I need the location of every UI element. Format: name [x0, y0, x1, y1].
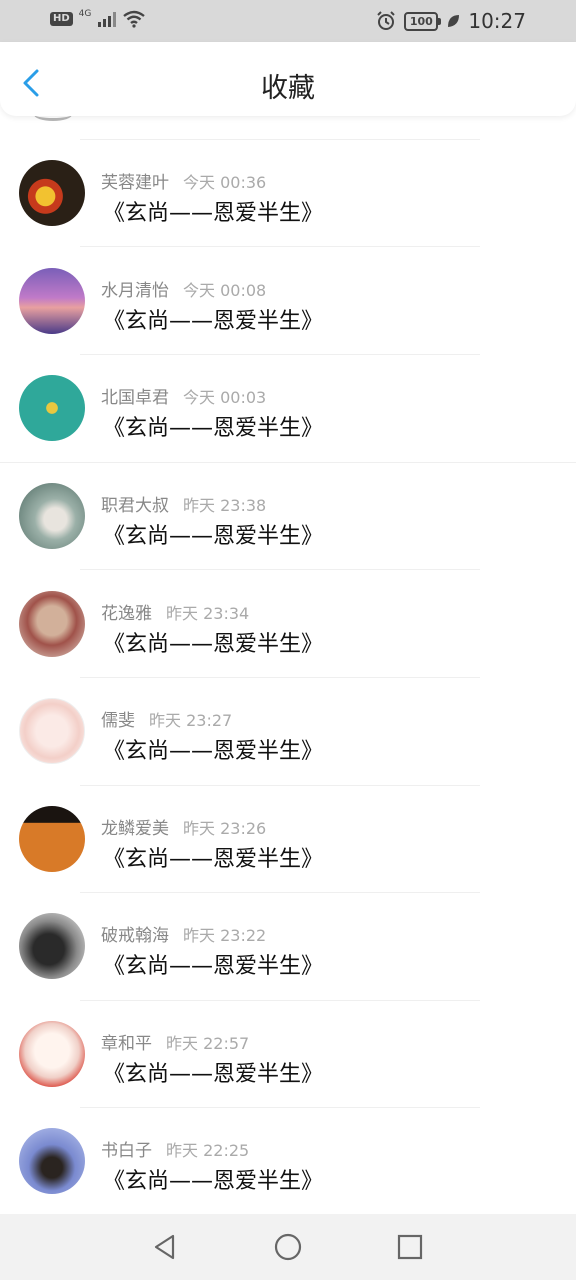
item-header: 水月清怡 今天 00:08: [101, 276, 266, 301]
user-name: 破戒翰海: [101, 926, 169, 946]
favorite-title: 《玄尚——恩爱半生》: [103, 954, 324, 979]
alarm-icon: [377, 11, 396, 30]
user-name: 书白子: [101, 1141, 152, 1161]
item-header: 北国卓君 今天 00:03: [101, 383, 266, 408]
list-item[interactable]: 职君大叔 昨天 23:38 《玄尚——恩爱半生》: [0, 462, 576, 569]
avatar[interactable]: [19, 913, 85, 979]
header: 收藏: [0, 42, 576, 116]
nav-home-icon[interactable]: [272, 1231, 304, 1263]
status-left: HD 4G: [50, 9, 146, 28]
favorite-title: 《玄尚——恩爱半生》: [103, 632, 324, 657]
leaf-icon: [448, 15, 460, 27]
timestamp: 昨天 23:27: [149, 711, 233, 730]
timestamp: 昨天 23:34: [166, 604, 250, 623]
battery-level: 100: [404, 11, 442, 31]
list-item[interactable]: 芙蓉建叶 今天 00:36 《玄尚——恩爱半生》: [0, 139, 576, 246]
status-right: 100 10:27: [376, 9, 526, 33]
item-header: 龙鳞爱美 昨天 23:26: [101, 814, 266, 839]
user-name: 北国卓君: [101, 388, 169, 408]
system-nav-bar: [0, 1214, 576, 1280]
signal-icon: [98, 12, 117, 27]
list-item[interactable]: 儒斐 昨天 23:27 《玄尚——恩爱半生》: [0, 677, 576, 784]
avatar[interactable]: [19, 1128, 85, 1194]
list-item[interactable]: 水月清怡 今天 00:08 《玄尚——恩爱半生》: [0, 247, 576, 354]
favorite-title: 《玄尚——恩爱半生》: [103, 524, 324, 549]
avatar[interactable]: [19, 268, 85, 334]
partial-avatar-top: [34, 116, 72, 121]
user-name: 儒斐: [101, 711, 135, 731]
nav-recents-icon[interactable]: [394, 1231, 426, 1263]
avatar[interactable]: [19, 698, 85, 764]
avatar[interactable]: [19, 483, 85, 549]
timestamp: 今天 00:03: [183, 388, 267, 407]
user-name: 芙蓉建叶: [101, 173, 169, 193]
item-header: 花逸雅 昨天 23:34: [101, 599, 249, 624]
timestamp: 昨天 23:26: [183, 819, 267, 838]
favorite-title: 《玄尚——恩爱半生》: [103, 201, 324, 226]
clock: 10:27: [468, 9, 526, 33]
user-name: 章和平: [101, 1034, 152, 1054]
list-item[interactable]: 破戒翰海 昨天 23:22 《玄尚——恩爱半生》: [0, 892, 576, 999]
favorites-list[interactable]: 芙蓉建叶 今天 00:36 《玄尚——恩爱半生》 水月清怡 今天 00:08 《玄尚…: [0, 116, 576, 1214]
item-header: 职君大叔 昨天 23:38: [101, 491, 266, 516]
timestamp: 昨天 22:57: [166, 1034, 250, 1053]
item-header: 芙蓉建叶 今天 00:36: [101, 168, 266, 193]
timestamp: 今天 00:08: [183, 281, 267, 300]
favorite-title: 《玄尚——恩爱半生》: [103, 416, 324, 441]
status-bar: HD 4G 100 10:27: [0, 0, 576, 42]
user-name: 水月清怡: [101, 281, 169, 301]
timestamp: 昨天 23:22: [183, 926, 267, 945]
user-name: 花逸雅: [101, 604, 152, 624]
avatar[interactable]: [19, 591, 85, 657]
favorite-title: 《玄尚——恩爱半生》: [103, 309, 324, 334]
item-header: 破戒翰海 昨天 23:22: [101, 921, 266, 946]
list-item[interactable]: 龙鳞爱美 昨天 23:26 《玄尚——恩爱半生》: [0, 785, 576, 892]
network-type: 4G: [78, 9, 92, 19]
avatar[interactable]: [19, 1021, 85, 1087]
hd-badge: HD: [50, 12, 73, 26]
favorite-title: 《玄尚——恩爱半生》: [103, 739, 324, 764]
page-title: 收藏: [261, 73, 315, 104]
timestamp: 今天 00:36: [183, 173, 267, 192]
list-item[interactable]: 花逸雅 昨天 23:34 《玄尚——恩爱半生》: [0, 570, 576, 677]
list-item[interactable]: 北国卓君 今天 00:03 《玄尚——恩爱半生》: [0, 354, 576, 461]
user-name: 职君大叔: [101, 496, 169, 516]
nav-back-icon[interactable]: [149, 1231, 181, 1263]
item-header: 书白子 昨天 22:25: [101, 1136, 249, 1161]
list-item[interactable]: 书白子 昨天 22:25 《玄尚——恩爱半生》: [0, 1107, 576, 1214]
item-header: 章和平 昨天 22:57: [101, 1029, 249, 1054]
favorite-title: 《玄尚——恩爱半生》: [103, 1169, 324, 1194]
user-name: 龙鳞爱美: [101, 819, 169, 839]
avatar[interactable]: [19, 806, 85, 872]
avatar[interactable]: [19, 375, 85, 441]
list-item[interactable]: 章和平 昨天 22:57 《玄尚——恩爱半生》: [0, 1000, 576, 1107]
avatar[interactable]: [19, 160, 85, 226]
timestamp: 昨天 23:38: [183, 496, 267, 515]
favorite-title: 《玄尚——恩爱半生》: [103, 1062, 324, 1087]
favorite-title: 《玄尚——恩爱半生》: [103, 847, 324, 872]
item-header: 儒斐 昨天 23:27: [101, 706, 232, 731]
timestamp: 昨天 22:25: [166, 1141, 250, 1160]
wifi-icon: [123, 10, 146, 28]
